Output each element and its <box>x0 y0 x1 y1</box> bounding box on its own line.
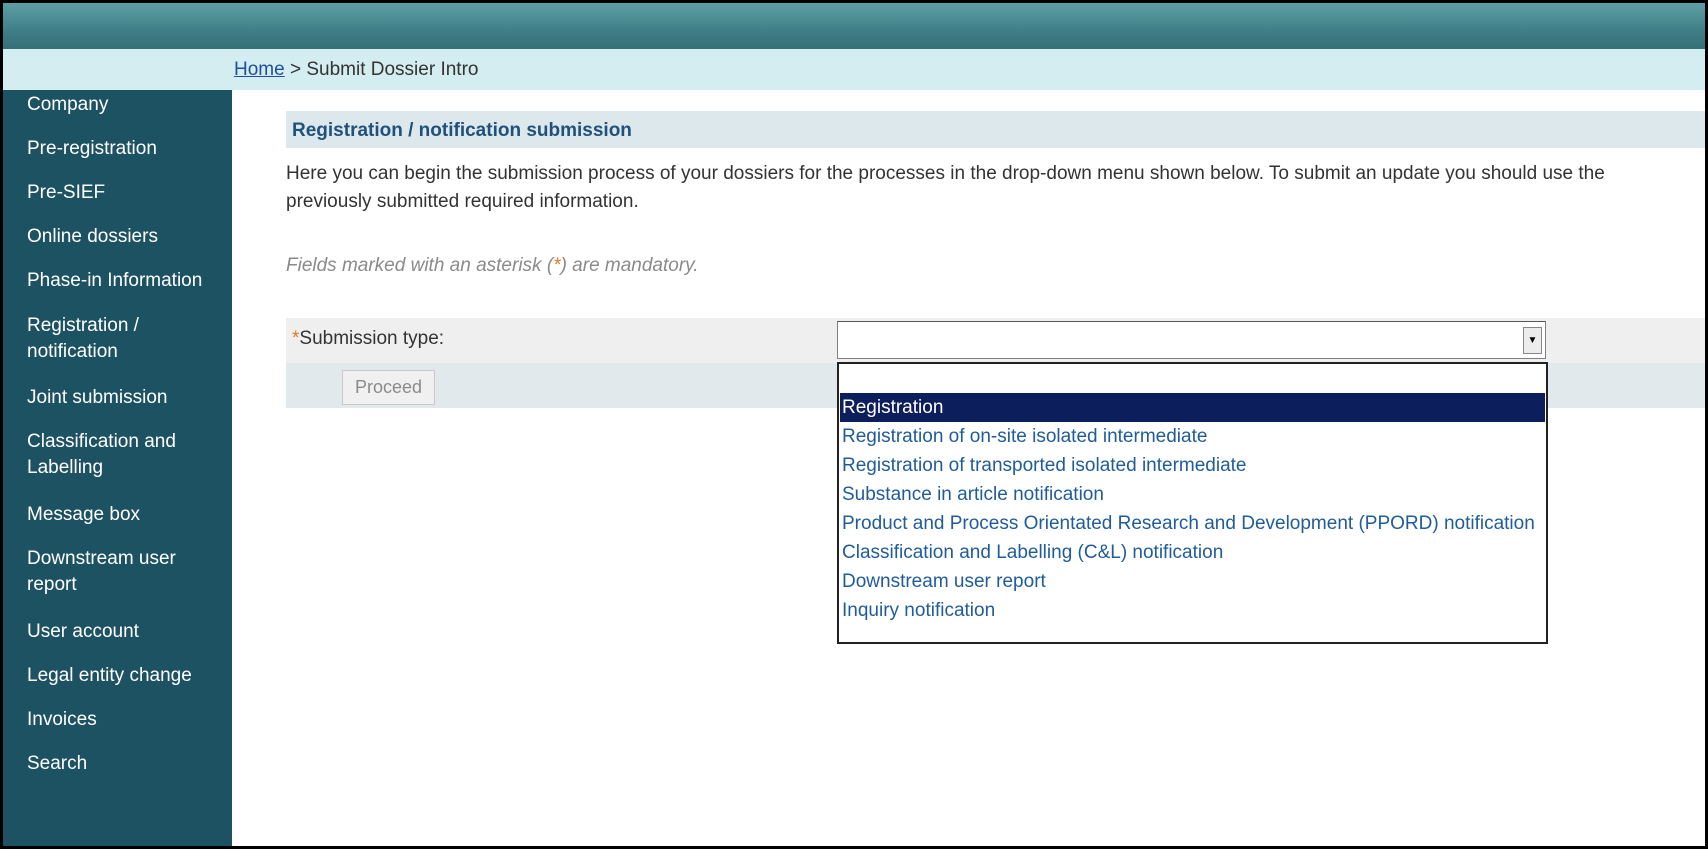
intro-line-1: Here you can begin the submission proces… <box>286 163 1605 184</box>
sidebar-item-registration-notification[interactable]: Registration / notification <box>27 313 177 365</box>
sidebar-item-pre-sief[interactable]: Pre-SIEF <box>27 180 227 206</box>
dropdown-option-ppord[interactable]: Product and Process Orientated Research … <box>840 509 1545 538</box>
breadcrumb-separator: > <box>284 59 307 80</box>
dropdown-option-onsite-intermediate[interactable]: Registration of on-site isolated interme… <box>840 422 1545 451</box>
sidebar-item-message-box[interactable]: Message box <box>27 502 227 528</box>
sidebar-item-pre-registration[interactable]: Pre-registration <box>27 136 227 162</box>
mandatory-note-post: ) are mandatory. <box>560 255 699 276</box>
sidebar-item-downstream-user-report[interactable]: Downstream user report <box>27 546 197 598</box>
sidebar-item-company[interactable]: Company <box>27 92 227 118</box>
dropdown-option-substance-in-article[interactable]: Substance in article notification <box>840 480 1545 509</box>
dropdown-option-downstream-user-report[interactable]: Downstream user report <box>840 567 1545 596</box>
intro-line-2: previously submitted required informatio… <box>286 191 639 212</box>
asterisk-icon: * <box>553 255 561 276</box>
sidebar-item-online-dossiers[interactable]: Online dossiers <box>27 224 227 250</box>
sidebar-item-user-account[interactable]: User account <box>27 619 227 645</box>
sidebar-item-phase-in-information[interactable]: Phase-in Information <box>27 268 227 294</box>
dropdown-arrow-icon[interactable]: ▼ <box>1523 327 1542 354</box>
sidebar-item-legal-entity-change[interactable]: Legal entity change <box>27 663 227 689</box>
sidebar-item-joint-submission[interactable]: Joint submission <box>27 385 227 411</box>
page-title: Registration / notification submission <box>292 120 632 141</box>
dropdown-option-registration[interactable]: Registration <box>840 393 1545 422</box>
breadcrumb-home-link[interactable]: Home <box>234 59 285 80</box>
proceed-button[interactable]: Proceed <box>342 370 435 405</box>
submission-type-label: *Submission type: <box>292 328 444 350</box>
breadcrumb-bar-left <box>3 49 232 90</box>
breadcrumb: Home > Submit Dossier Intro <box>234 59 478 81</box>
submission-type-label-text: Submission type: <box>299 328 445 349</box>
submission-type-dropdown-list: Registration Registration of on-site iso… <box>837 362 1548 644</box>
intro-text: Here you can begin the submission proces… <box>286 160 1705 216</box>
mandatory-note-pre: Fields marked with an asterisk ( <box>286 255 554 276</box>
sidebar-item-search[interactable]: Search <box>27 751 227 777</box>
dropdown-option-transported-intermediate[interactable]: Registration of transported isolated int… <box>840 451 1545 480</box>
submission-type-select[interactable]: ▼ <box>837 321 1546 359</box>
mandatory-note: Fields marked with an asterisk (*) are m… <box>286 255 699 277</box>
dropdown-option-inquiry[interactable]: Inquiry notification <box>840 596 1545 625</box>
top-banner <box>3 3 1705 49</box>
sidebar-item-invoices[interactable]: Invoices <box>27 707 227 733</box>
breadcrumb-current: Submit Dossier Intro <box>306 59 479 80</box>
sidebar-item-classification-and-labelling[interactable]: Classification and Labelling <box>27 429 197 481</box>
dropdown-option-empty[interactable] <box>840 364 1545 393</box>
dropdown-option-cl-notification[interactable]: Classification and Labelling (C&L) notif… <box>840 538 1545 567</box>
